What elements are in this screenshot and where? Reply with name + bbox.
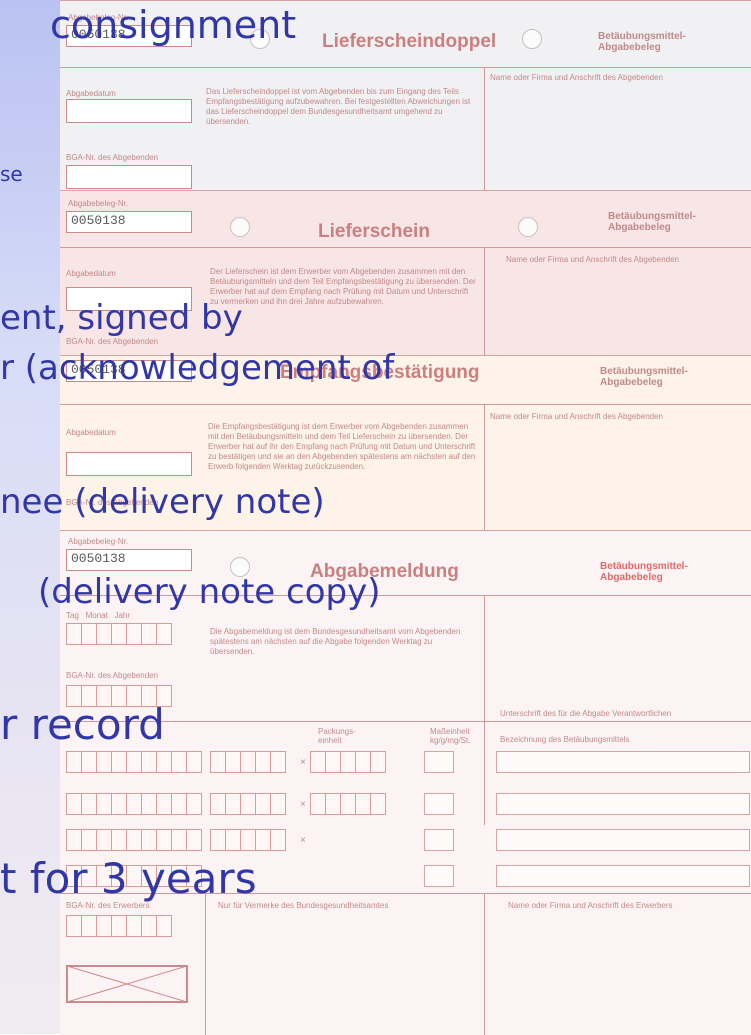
column-divider	[205, 893, 206, 1035]
times-sign: ×	[300, 835, 306, 846]
form-type-label: Betäubungsmittel- Abgabebeleg	[598, 31, 686, 53]
overlay-line-consignment: consignment	[50, 3, 297, 47]
bga-sender-box	[66, 165, 192, 189]
overlay-line-3-years: t for 3 years	[0, 854, 257, 903]
punch-hole-icon	[230, 217, 250, 237]
column-divider	[484, 247, 485, 356]
measure-field-1	[424, 751, 454, 773]
overlay-line-acknowledgement: r (acknowledgement of	[0, 348, 395, 388]
date-part-month: Monat	[85, 611, 108, 620]
column-divider	[484, 67, 485, 191]
col-pack-unit-label: Packungs- einheit	[318, 727, 356, 745]
doc-number-box: 0050138	[66, 549, 192, 571]
times-sign: ×	[300, 799, 306, 810]
signature-label: Unterschrift des für die Abgabe Verantwo…	[500, 709, 672, 718]
pack-grid-row-2	[210, 793, 286, 815]
date-grid	[66, 623, 172, 645]
unit-grid-row-2	[310, 793, 386, 815]
column-divider	[484, 404, 485, 531]
punch-hole-icon	[518, 217, 538, 237]
description-field-2	[496, 793, 750, 815]
qty-grid-row-2	[66, 793, 202, 815]
doc-number-box: 0050138	[66, 211, 192, 233]
pack-grid-row-3	[210, 829, 286, 851]
instructions-text: Das Lieferscheindoppel ist vom Abgebende…	[206, 87, 471, 126]
bga-sender-label: BGA-Nr. des Abgebenden	[66, 337, 159, 346]
times-sign: ×	[300, 757, 306, 768]
sender-name-label: Name oder Firma und Anschrift des Abgebe…	[490, 73, 663, 82]
measure-field-2	[424, 793, 454, 815]
date-box	[66, 452, 192, 476]
doc-number-label: Abgabebeleg-Nr.	[68, 199, 129, 208]
row-divider	[60, 67, 751, 68]
bga-sender-label: BGA-Nr. des Abgebenden	[66, 153, 159, 162]
overlay-line-se: se	[0, 162, 23, 186]
pack-grid-row-1	[210, 751, 286, 773]
row-divider	[60, 404, 751, 405]
date-part-day: Tag	[66, 611, 79, 620]
overlay-line-delivery-note-copy: (delivery note copy)	[38, 572, 381, 612]
description-field-1	[496, 751, 750, 773]
date-box	[66, 99, 192, 123]
sheet-title: Lieferscheindoppel	[322, 31, 497, 52]
crossed-box-icon	[66, 965, 188, 1003]
sender-name-label: Name oder Firma und Anschrift des Abgebe…	[506, 255, 679, 264]
qty-grid-row-1	[66, 751, 202, 773]
column-divider	[484, 893, 485, 1035]
date-parts-label: Tag Monat Jahr	[66, 611, 130, 620]
overlay-line-delivery-note: nee (delivery note)	[0, 482, 325, 522]
instructions-text: Die Empfangsbestätigung ist dem Erwerber…	[208, 422, 476, 471]
form-type-label: Betäubungsmittel- Abgabebeleg	[600, 366, 688, 388]
punch-hole-icon	[522, 29, 542, 49]
instructions-text: Der Lieferschein ist dem Erwerber vom Ab…	[210, 267, 476, 306]
qty-grid-row-3	[66, 829, 202, 851]
col-description-label: Bezeichnung des Betäubungsmittels	[500, 735, 630, 744]
date-label: Abgabedatum	[66, 428, 116, 437]
sheet-title: Lieferschein	[318, 221, 430, 242]
row-divider	[60, 247, 751, 248]
measure-field-4	[424, 865, 454, 887]
buyer-name-label: Name oder Firma und Anschrift des Erwerb…	[508, 901, 673, 910]
column-divider	[484, 595, 485, 825]
description-field-4	[496, 865, 750, 887]
form-type-label: Betäubungsmittel- Abgabebeleg	[608, 211, 696, 233]
date-label: Abgabedatum	[66, 89, 116, 98]
bga-buyer-grid	[66, 915, 172, 937]
overlay-line-signed-by: ent, signed by	[0, 298, 243, 338]
overlay-line-record: r record	[0, 700, 165, 749]
date-part-year: Jahr	[114, 611, 131, 620]
form-type-label: Betäubungsmittel- Abgabebeleg	[600, 561, 688, 583]
instructions-text: Die Abgabemeldung ist dem Bundesgesundhe…	[210, 627, 461, 656]
bga-sender-label: BGA-Nr. des Abgebenden	[66, 671, 159, 680]
description-field-3	[496, 829, 750, 851]
date-label: Abgabedatum	[66, 269, 116, 278]
unit-grid-row-1	[310, 751, 386, 773]
doc-number-label: Abgabebeleg-Nr.	[68, 537, 129, 546]
col-measure-unit-label: Maßeinheit kg/g/mg/St.	[430, 727, 471, 745]
measure-field-3	[424, 829, 454, 851]
sender-name-label: Name oder Firma und Anschrift des Abgebe…	[490, 412, 663, 421]
